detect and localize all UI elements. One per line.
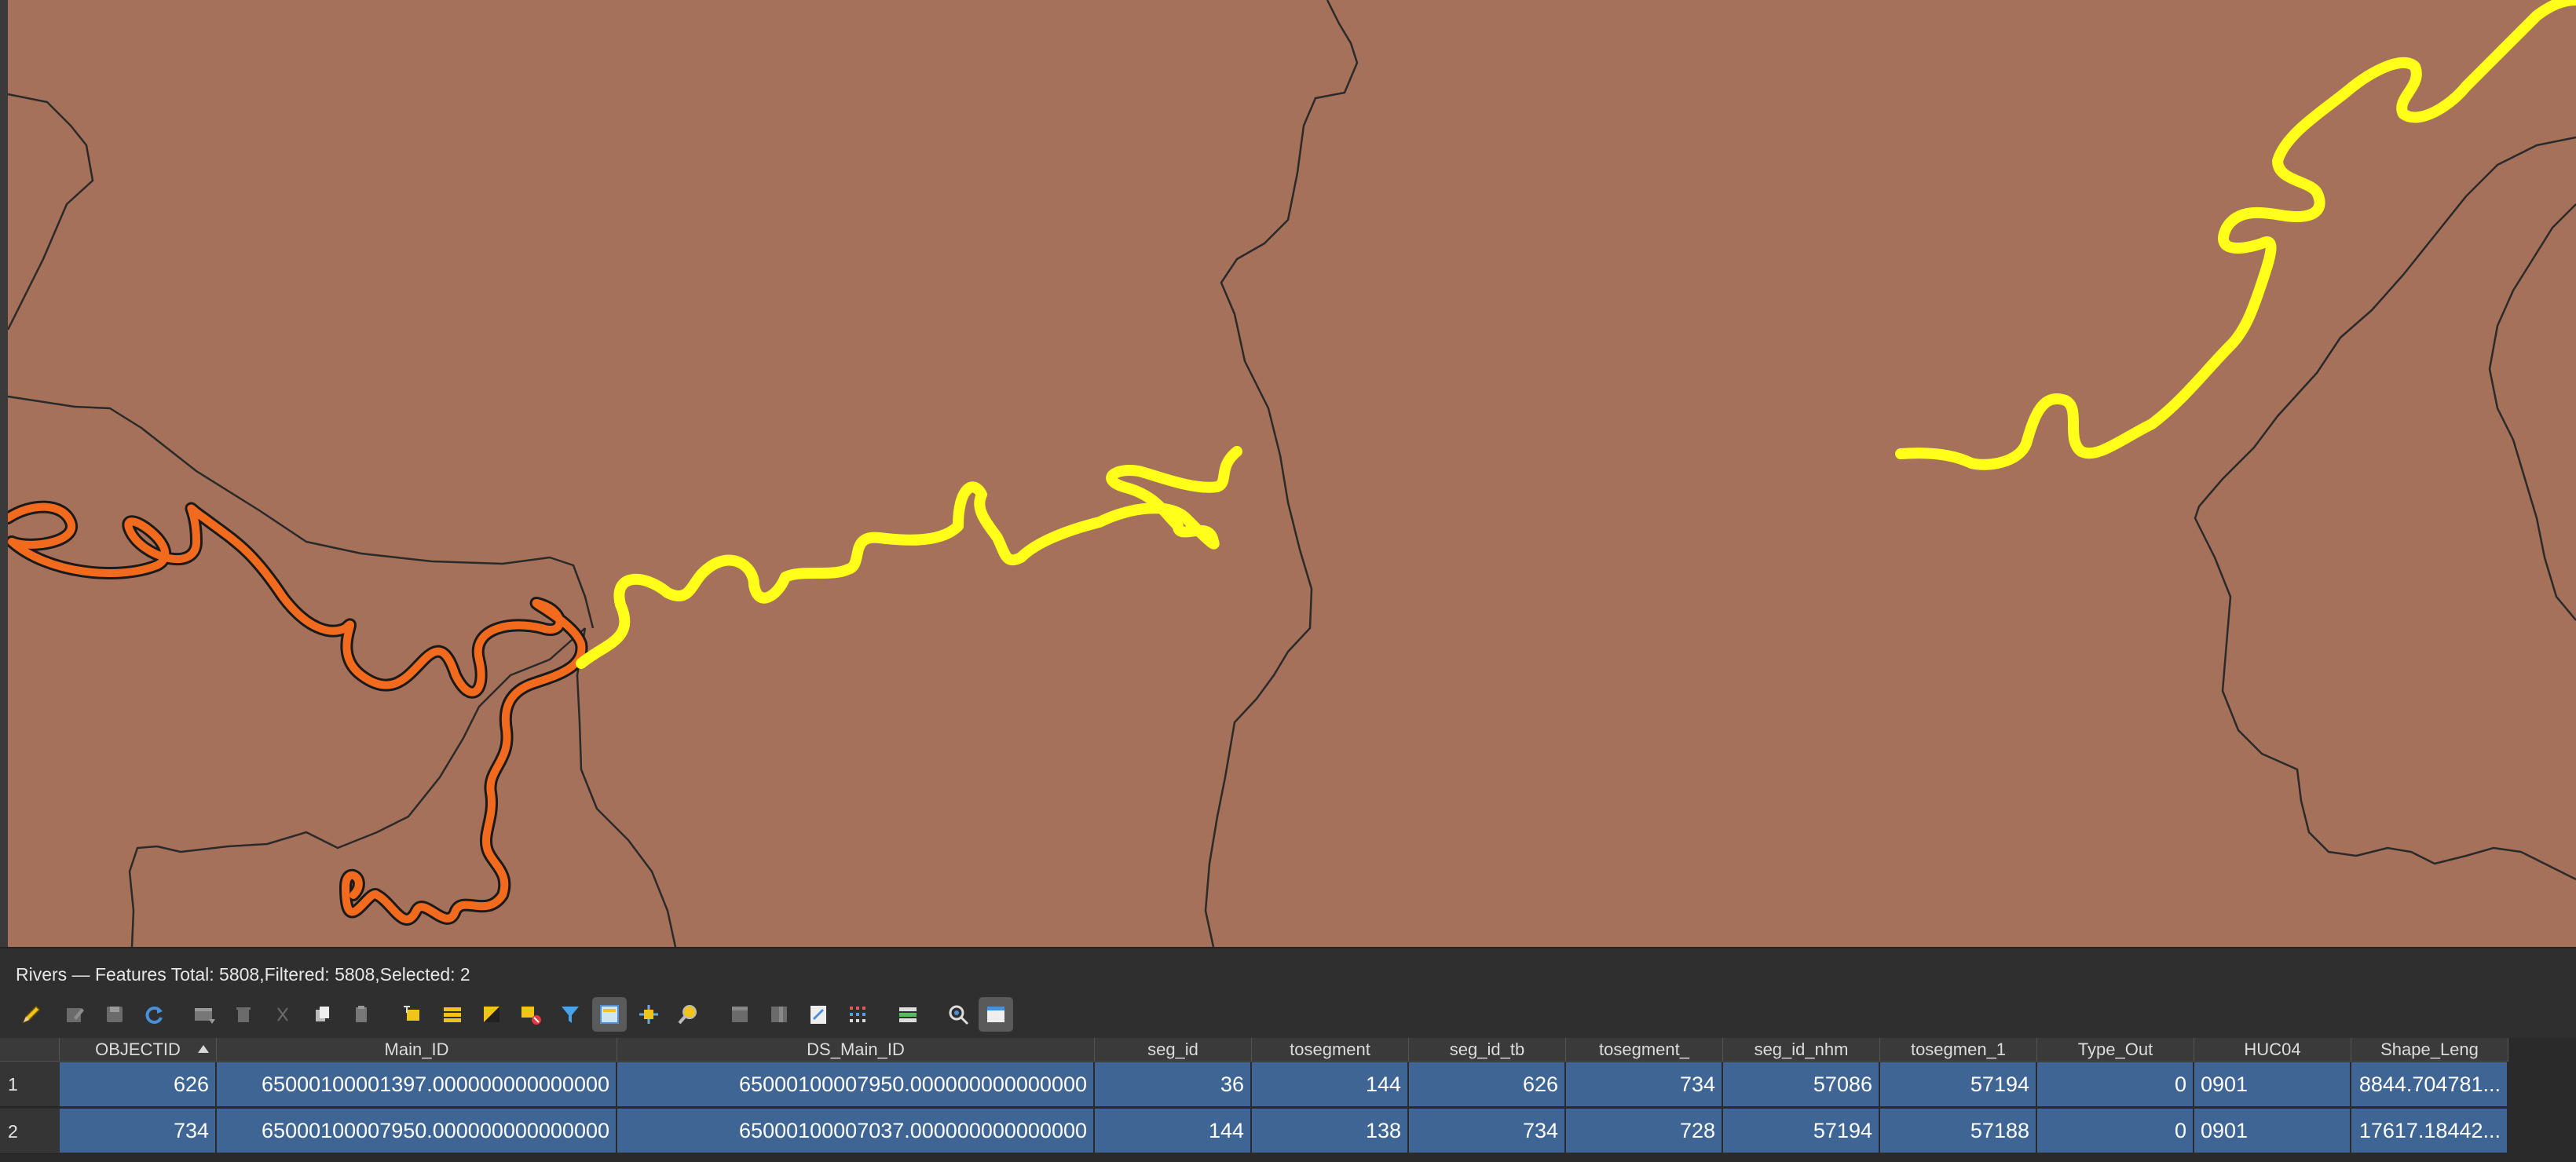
col-header-ds-main-id[interactable]: DS_Main_ID <box>617 1038 1095 1062</box>
table-cell[interactable]: 57086 <box>1723 1062 1880 1106</box>
row-number-header <box>0 1038 60 1062</box>
col-header-huc04[interactable]: HUC04 <box>2194 1038 2351 1062</box>
copy-icon[interactable] <box>305 997 339 1032</box>
invert-selection-icon[interactable] <box>474 997 509 1032</box>
select-all-icon[interactable] <box>435 997 470 1032</box>
field-calculator-icon[interactable] <box>801 997 836 1032</box>
actions-icon[interactable] <box>941 997 975 1032</box>
conditional-formatting-icon[interactable] <box>840 997 875 1032</box>
new-field-icon[interactable] <box>723 997 757 1032</box>
multi-edit-icon[interactable] <box>58 997 93 1032</box>
table-cell[interactable]: 57188 <box>1880 1109 2037 1153</box>
pan-to-selection-icon[interactable] <box>631 997 666 1032</box>
col-header-shape-leng[interactable]: Shape_Leng <box>2351 1038 2508 1062</box>
table-cell[interactable]: 65000100001397.000000000000000 <box>217 1062 617 1106</box>
reload-icon[interactable] <box>137 997 171 1032</box>
selected-river-line <box>1895 0 2576 470</box>
col-header-seg-id-nhm[interactable]: seg_id_nhm <box>1723 1038 1880 1062</box>
row-number[interactable]: 1 <box>0 1062 60 1107</box>
boundary-line <box>576 627 677 947</box>
table-cell[interactable]: 65000100007950.000000000000000 <box>617 1062 1095 1106</box>
table-cell[interactable]: 17617.18442... <box>2351 1109 2508 1153</box>
col-header-tosegment[interactable]: tosegment <box>1252 1038 1409 1062</box>
table-cell[interactable]: 0901 <box>2194 1062 2351 1106</box>
col-header-seg-id[interactable]: seg_id <box>1095 1038 1252 1062</box>
save-edits-icon[interactable] <box>97 997 132 1032</box>
table-cell[interactable]: 144 <box>1252 1062 1409 1106</box>
switch-view-icon[interactable] <box>979 997 1013 1032</box>
col-header-type-out[interactable]: Type_Out <box>2037 1038 2194 1062</box>
map-layers <box>2 0 2576 947</box>
table-cell[interactable]: 57194 <box>1723 1109 1880 1153</box>
zoom-to-selection-icon[interactable] <box>671 997 705 1032</box>
table-cell[interactable]: 65000100007037.000000000000000 <box>617 1109 1095 1153</box>
col-header-seg-id-tb[interactable]: seg_id_tb <box>1409 1038 1566 1062</box>
table-cell[interactable]: 65000100007950.000000000000000 <box>217 1109 617 1153</box>
attribute-table-title: Rivers — Features Total: 5808,Filtered: … <box>16 964 470 985</box>
move-selection-to-top-icon[interactable] <box>592 997 627 1032</box>
delete-field-icon[interactable] <box>762 997 796 1032</box>
table-cell[interactable]: 734 <box>1409 1109 1566 1153</box>
selected-river-line <box>576 446 1242 669</box>
deselect-icon[interactable] <box>514 997 548 1032</box>
attribute-table-toolbar <box>9 992 1013 1040</box>
table-cell[interactable]: 734 <box>60 1109 217 1153</box>
delete-feature-icon[interactable] <box>226 997 261 1032</box>
attribute-table-panel: Rivers — Features Total: 5808,Filtered: … <box>0 947 2576 1162</box>
boundary-line <box>7 395 595 629</box>
table-cell[interactable]: 36 <box>1095 1062 1252 1106</box>
add-feature-icon[interactable] <box>187 997 221 1032</box>
table-cell[interactable]: 8844.704781... <box>2351 1062 2508 1106</box>
dock-table-icon[interactable] <box>891 997 925 1032</box>
sort-ascending-icon <box>198 1045 209 1053</box>
table-cell[interactable]: 138 <box>1252 1109 1409 1153</box>
filter-icon[interactable] <box>553 997 587 1032</box>
table-cell[interactable]: 144 <box>1095 1109 1252 1153</box>
boundary-line <box>2488 203 2576 621</box>
boundary-line <box>6 93 94 331</box>
cut-icon[interactable] <box>265 997 300 1032</box>
row-number[interactable]: 2 <box>0 1109 60 1154</box>
col-header-objectid[interactable]: OBJECTID <box>60 1038 217 1062</box>
left-dock-edge <box>0 0 8 947</box>
table-cell[interactable]: 734 <box>1566 1062 1723 1106</box>
table-cell[interactable]: 0 <box>2037 1062 2194 1106</box>
attribute-table-grid: OBJECTID Main_ID DS_Main_ID seg_id toseg… <box>0 1038 2576 1162</box>
table-cell[interactable]: 0901 <box>2194 1109 2351 1153</box>
col-header-tosegmen-1[interactable]: tosegmen_1 <box>1880 1038 2037 1062</box>
table-cell[interactable]: 0 <box>2037 1109 2194 1153</box>
col-header-tosegment-2[interactable]: tosegment_ <box>1566 1038 1723 1062</box>
table-cell[interactable]: 57194 <box>1880 1062 2037 1106</box>
table-cell[interactable]: 626 <box>60 1062 217 1106</box>
map-canvas[interactable] <box>0 0 2576 947</box>
paste-icon[interactable] <box>344 997 379 1032</box>
pencil-icon[interactable] <box>14 997 49 1032</box>
select-by-expression-icon[interactable] <box>396 997 430 1032</box>
table-cell[interactable]: 728 <box>1566 1109 1723 1153</box>
col-header-main-id[interactable]: Main_ID <box>217 1038 617 1062</box>
table-cell[interactable]: 626 <box>1409 1062 1566 1106</box>
river-line <box>8 504 586 923</box>
